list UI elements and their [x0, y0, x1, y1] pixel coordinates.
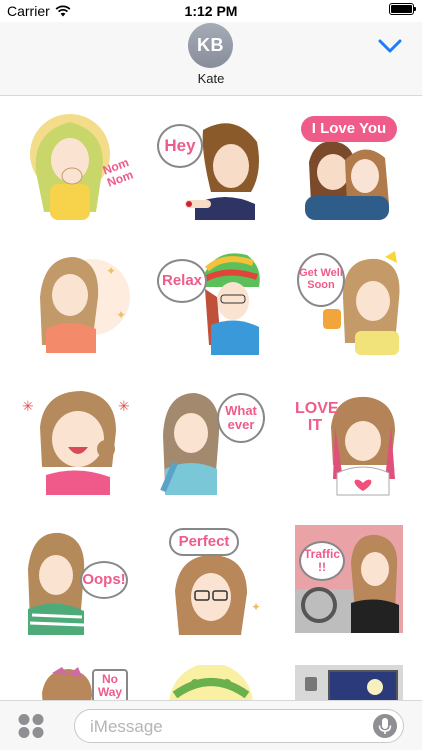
svg-text:✦: ✦ — [116, 308, 126, 322]
sticker-traffic[interactable]: Traffic !! — [295, 525, 415, 645]
sticker-wink-art: ✦ ✦ — [40, 257, 130, 353]
battery-fill — [391, 5, 412, 13]
sticker-nom-nom[interactable]: Nom Nom — [22, 112, 142, 232]
microphone-icon — [378, 718, 392, 734]
sticker-traffic-label: Traffic !! — [299, 541, 345, 581]
sticker-get-well-soon-label: Get Well Soon — [297, 253, 345, 307]
status-bar: Carrier 1:12 PM — [0, 0, 422, 22]
contact-avatar[interactable]: KB — [188, 23, 233, 68]
sticker-perfect[interactable]: ✦ Perfect — [155, 525, 275, 645]
sticker-hey[interactable]: Hey — [155, 112, 275, 232]
battery-indicator — [385, 3, 416, 15]
sticker-night-window-art — [295, 665, 403, 700]
contact-name[interactable]: Kate — [0, 71, 422, 86]
sticker-i-love-you[interactable]: I Love You — [295, 112, 415, 232]
app-drawer-icon[interactable] — [16, 713, 46, 739]
sticker-get-well-soon[interactable]: Get Well Soon — [295, 247, 415, 367]
sticker-hey-label: Hey — [157, 124, 203, 168]
svg-text:✦: ✦ — [251, 600, 261, 614]
chevron-down-icon[interactable] — [378, 38, 402, 54]
imessage-placeholder: iMessage — [90, 717, 163, 736]
sticker-perfect-label: Perfect — [169, 528, 239, 556]
sticker-love-it-label: LOVE IT — [295, 400, 339, 434]
sticker-whatever[interactable]: What ever — [155, 387, 275, 507]
sticker-laughing-art: ✳ ✳ — [22, 391, 130, 495]
status-time: 1:12 PM — [184, 3, 238, 19]
sticker-oops-label: Oops! — [80, 561, 128, 599]
sticker-grid: Nom Nom Hey I Love You ✦ ✦ Relax Get Wel… — [0, 97, 422, 700]
sticker-i-love-you-label: I Love You — [301, 116, 397, 142]
imessage-input[interactable]: iMessage — [74, 709, 404, 743]
sticker-relax-label: Relax — [157, 259, 207, 303]
sticker-wink[interactable]: ✦ ✦ — [22, 247, 142, 367]
conversation-header: KB Kate — [0, 22, 422, 96]
battery-icon — [389, 3, 416, 15]
sticker-whatever-label: What ever — [217, 393, 265, 443]
svg-text:✳: ✳ — [22, 398, 34, 414]
sticker-flower-crown-art — [169, 663, 253, 700]
sticker-no-way[interactable]: No Way — [22, 665, 142, 700]
sticker-laughing[interactable]: ✳ ✳ — [22, 387, 142, 507]
microphone-button[interactable] — [373, 714, 397, 738]
sticker-relax[interactable]: Relax — [155, 247, 275, 367]
sticker-night-window[interactable] — [295, 665, 415, 700]
sticker-love-it[interactable]: LOVE IT — [295, 387, 415, 507]
svg-text:✦: ✦ — [106, 264, 116, 278]
sticker-oops[interactable]: Oops! — [22, 525, 142, 645]
sticker-flower-crown[interactable] — [155, 663, 275, 700]
sticker-no-way-label: No Way — [92, 669, 128, 700]
message-input-bar: iMessage — [0, 700, 422, 750]
svg-text:✳: ✳ — [118, 398, 130, 414]
